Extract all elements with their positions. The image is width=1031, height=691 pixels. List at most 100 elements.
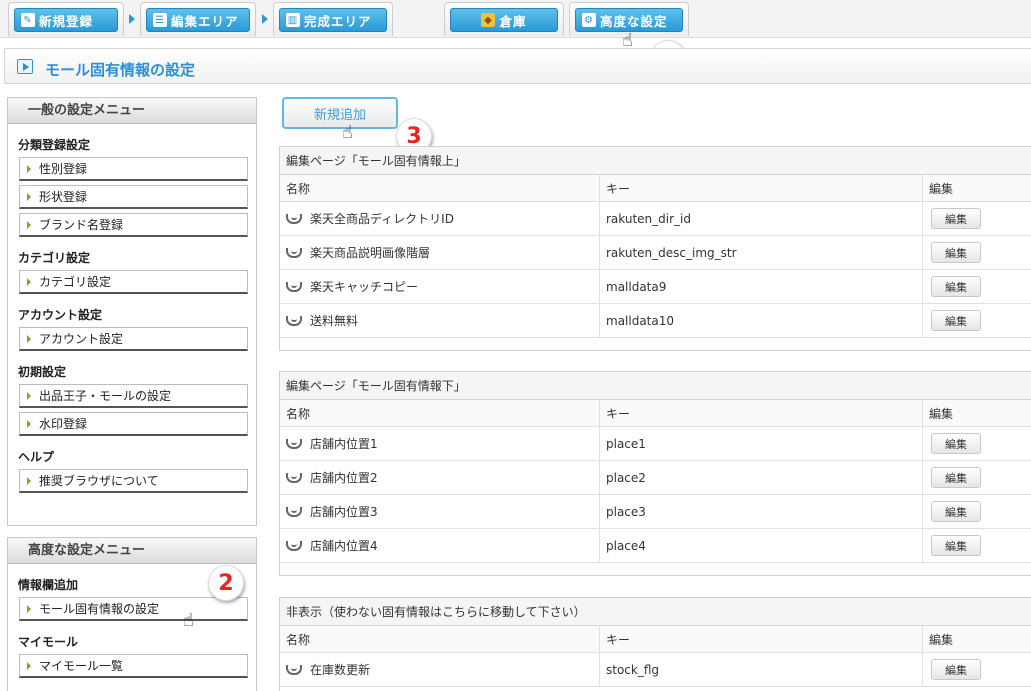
tab-new-registration[interactable]: ✎ 新規登録 — [8, 2, 124, 36]
pointer-cursor-icon: ☝ — [342, 122, 353, 143]
table-row[interactable]: 店舗内位置1 place1 編集 — [280, 427, 1031, 461]
chevron-right-icon — [262, 14, 268, 24]
row-key: place3 — [600, 495, 923, 528]
panel-lower-info: 編集ページ「モール固有情報下」 名称 キー 編集 店舗内位置1 place1 編… — [279, 371, 1031, 576]
column-header-edit: 編集 — [929, 632, 954, 647]
tab-complete-area[interactable]: ▥ 完成エリア — [273, 2, 393, 36]
row-name: 楽天キャッチコピー — [310, 280, 419, 294]
table-header-row: 名称 キー 編集 — [280, 175, 1031, 202]
advanced-menu-title: 高度な設定メニュー — [8, 538, 256, 564]
sidebar-item-shape[interactable]: 形状登録 — [19, 185, 248, 209]
sidebar-item-account[interactable]: アカウント設定 — [19, 327, 248, 351]
column-header-name: 名称 — [280, 400, 600, 426]
panel-title: 編集ページ「モール固有情報下」 — [280, 372, 1031, 400]
box-icon: ◆ — [481, 13, 496, 27]
drag-handle-icon[interactable] — [286, 506, 302, 517]
section-account: アカウント設定 — [18, 308, 103, 322]
gear-icon: ⚙ — [582, 13, 596, 27]
column-header-key: キー — [600, 175, 923, 201]
section-classification: 分類登録設定 — [18, 138, 91, 152]
tab-label: 完成エリア — [304, 13, 372, 29]
row-key: rakuten_dir_id — [600, 202, 923, 235]
drag-handle-icon[interactable] — [286, 213, 302, 224]
row-name: 店舗内位置1 — [310, 437, 378, 451]
column-header-name: 名称 — [280, 626, 600, 652]
sidebar-item-mall-specific-info[interactable]: モール固有情報の設定 — [19, 597, 248, 621]
sidebar-item-my-mall-list[interactable]: マイモール一覧 — [19, 654, 248, 678]
complete-area-button[interactable]: ▥ 完成エリア — [279, 8, 387, 32]
edit-button[interactable]: 編集 — [931, 659, 981, 680]
sidebar-item-browser[interactable]: 推奨ブラウザについて — [19, 469, 248, 493]
tab-label: 高度な設定 — [600, 13, 668, 29]
play-icon — [17, 59, 33, 74]
table-row[interactable]: 送料無料 malldata10 編集 — [280, 304, 1031, 338]
tab-label: 新規登録 — [39, 13, 94, 29]
row-name: 店舗内位置3 — [310, 505, 378, 519]
edit-icon: ✎ — [21, 13, 35, 27]
edit-button[interactable]: 編集 — [931, 310, 981, 331]
table-row[interactable]: 楽天商品説明画像階層 rakuten_desc_img_str 編集 — [280, 236, 1031, 270]
column-header-edit: 編集 — [929, 181, 954, 196]
drag-handle-icon[interactable] — [286, 540, 302, 551]
edit-area-button[interactable]: ☰ 編集エリア — [146, 8, 250, 32]
top-navigation: ✎ 新規登録 ☰ 編集エリア ▥ 完成エリア ◆ 倉庫 ⚙ 高度な設定 — [0, 0, 1031, 38]
advanced-settings-button[interactable]: ⚙ 高度な設定 — [575, 8, 683, 32]
row-key: place4 — [600, 529, 923, 562]
edit-button[interactable]: 編集 — [931, 501, 981, 522]
edit-button[interactable]: 編集 — [931, 535, 981, 556]
table-row[interactable]: 店舗内位置3 place3 編集 — [280, 495, 1031, 529]
add-new-button[interactable]: 新規追加 — [282, 97, 398, 129]
drag-handle-icon[interactable] — [286, 281, 302, 292]
panel-hidden-info: 非表示（使わない固有情報はこちらに移動して下さい） 名称 キー 編集 在庫数更新… — [279, 597, 1031, 691]
row-name: 送料無料 — [310, 314, 359, 328]
edit-button[interactable]: 編集 — [931, 433, 981, 454]
list-icon: ☰ — [153, 13, 167, 27]
drag-handle-icon[interactable] — [286, 315, 302, 326]
chevron-right-icon — [129, 14, 135, 24]
row-name: 在庫数更新 — [310, 663, 371, 677]
section-initial: 初期設定 — [18, 365, 67, 379]
edit-button[interactable]: 編集 — [931, 242, 981, 263]
table-row[interactable]: 楽天全商品ディレクトリID rakuten_dir_id 編集 — [280, 202, 1031, 236]
general-menu-title: 一般の設定メニュー — [8, 98, 256, 124]
table-row[interactable]: 在庫数更新 stock_flg 編集 — [280, 653, 1031, 687]
table-header-row: 名称 キー 編集 — [280, 400, 1031, 427]
row-name: 店舗内位置4 — [310, 539, 378, 553]
chart-icon: ▥ — [286, 13, 300, 27]
column-header-key: キー — [600, 626, 923, 652]
row-key: place2 — [600, 461, 923, 494]
tab-label: 編集エリア — [171, 13, 239, 29]
sidebar-item-category[interactable]: カテゴリ設定 — [19, 270, 248, 294]
drag-handle-icon[interactable] — [286, 247, 302, 258]
tab-label: 倉庫 — [499, 13, 527, 29]
edit-button[interactable]: 編集 — [931, 276, 981, 297]
table-row[interactable]: 楽天キャッチコピー malldata9 編集 — [280, 270, 1031, 304]
sidebar-item-gender[interactable]: 性別登録 — [19, 157, 248, 181]
row-key: place1 — [600, 427, 923, 460]
drag-handle-icon[interactable] — [286, 472, 302, 483]
table-row[interactable]: 店舗内位置2 place2 編集 — [280, 461, 1031, 495]
drag-handle-icon[interactable] — [286, 664, 302, 675]
tab-warehouse[interactable]: ◆ 倉庫 — [444, 2, 564, 36]
row-key: stock_flg — [600, 653, 923, 686]
section-my-mall: マイモール — [18, 635, 79, 649]
edit-button[interactable]: 編集 — [931, 467, 981, 488]
page-title: モール固有情報の設定 — [45, 61, 196, 79]
column-header-name: 名称 — [280, 175, 600, 201]
warehouse-button[interactable]: ◆ 倉庫 — [450, 8, 558, 32]
column-header-key: キー — [600, 400, 923, 426]
row-key: malldata9 — [600, 270, 923, 303]
page-header: モール固有情報の設定 — [4, 48, 1031, 84]
pointer-cursor-icon: ☝ — [183, 610, 194, 631]
drag-handle-icon[interactable] — [286, 438, 302, 449]
sidebar-item-watermark[interactable]: 水印登録 — [19, 412, 248, 436]
tab-edit-area[interactable]: ☰ 編集エリア — [140, 2, 256, 36]
sidebar-item-brand[interactable]: ブランド名登録 — [19, 213, 248, 237]
edit-button[interactable]: 編集 — [931, 208, 981, 229]
row-key: rakuten_desc_img_str — [600, 236, 923, 269]
row-name: 楽天全商品ディレクトリID — [310, 212, 454, 226]
sidebar-item-mall-settings[interactable]: 出品王子・モールの設定 — [19, 384, 248, 408]
new-registration-button[interactable]: ✎ 新規登録 — [14, 8, 118, 32]
table-row[interactable]: 店舗内位置4 place4 編集 — [280, 529, 1031, 563]
step-marker-2: 2 — [208, 565, 244, 601]
